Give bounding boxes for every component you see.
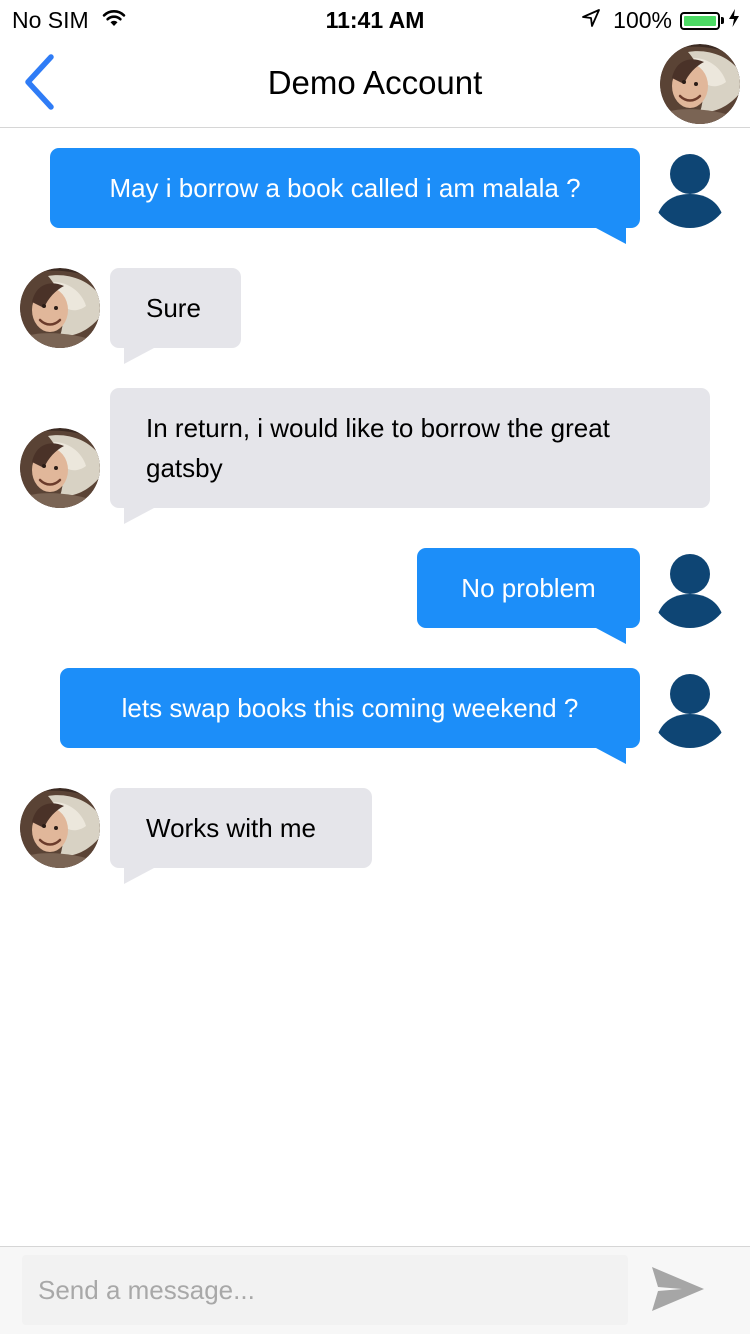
message-text: May i borrow a book called i am malala ?	[109, 173, 581, 203]
message-text: lets swap books this coming weekend ?	[121, 693, 579, 723]
battery-level-fill	[684, 15, 716, 26]
bubble-tail	[596, 228, 626, 244]
status-bar: No SIM 11:41 AM 100%	[0, 0, 750, 40]
contact-avatar-button[interactable]	[660, 44, 740, 124]
status-right: 100%	[581, 7, 740, 34]
message-list[interactable]: May i borrow a book called i am malala ?…	[0, 128, 750, 1246]
outgoing-message-bubble[interactable]: May i borrow a book called i am malala ?	[50, 148, 640, 228]
my-avatar[interactable]	[650, 148, 730, 228]
message-text: In return, i would like to borrow the gr…	[146, 413, 610, 483]
chat-screen: No SIM 11:41 AM 100% Demo Account May i …	[0, 0, 750, 1334]
user-silhouette-icon	[650, 148, 730, 228]
send-button[interactable]	[640, 1261, 716, 1321]
back-button[interactable]	[14, 53, 64, 116]
page-title: Demo Account	[267, 64, 483, 101]
contact-avatar[interactable]	[20, 268, 100, 348]
my-avatar[interactable]	[650, 548, 730, 628]
battery-icon	[680, 11, 720, 30]
message-input[interactable]	[22, 1255, 628, 1325]
bubble-tail	[124, 508, 154, 524]
navigation-bar: Demo Account	[0, 40, 750, 128]
charging-bolt-icon	[728, 7, 740, 34]
incoming-message-bubble[interactable]: Sure	[110, 268, 241, 348]
contact-photo-avatar	[20, 268, 100, 348]
contact-photo-avatar	[660, 44, 740, 124]
contact-avatar[interactable]	[20, 428, 100, 508]
bubble-tail	[596, 748, 626, 764]
battery-tip	[721, 17, 724, 24]
chevron-left-icon	[22, 53, 56, 116]
location-arrow-icon	[581, 7, 601, 34]
user-silhouette-icon	[650, 668, 730, 748]
contact-photo-avatar	[20, 788, 100, 868]
contact-avatar[interactable]	[20, 788, 100, 868]
incoming-message-bubble[interactable]: Works with me	[110, 788, 372, 868]
message-composer	[0, 1246, 750, 1334]
outgoing-message-bubble[interactable]: lets swap books this coming weekend ?	[60, 668, 640, 748]
message-text: Sure	[146, 293, 201, 323]
bubble-tail	[596, 628, 626, 644]
outgoing-message-bubble[interactable]: No problem	[417, 548, 640, 628]
message-text: No problem	[461, 573, 596, 603]
incoming-message-bubble[interactable]: In return, i would like to borrow the gr…	[110, 388, 710, 508]
send-icon	[650, 1264, 706, 1319]
my-avatar[interactable]	[650, 668, 730, 748]
bubble-tail	[124, 348, 154, 364]
message-text: Works with me	[146, 813, 316, 843]
battery-percent: 100%	[613, 7, 672, 33]
contact-photo-avatar	[20, 428, 100, 508]
user-silhouette-icon	[650, 548, 730, 628]
bubble-tail	[124, 868, 154, 884]
